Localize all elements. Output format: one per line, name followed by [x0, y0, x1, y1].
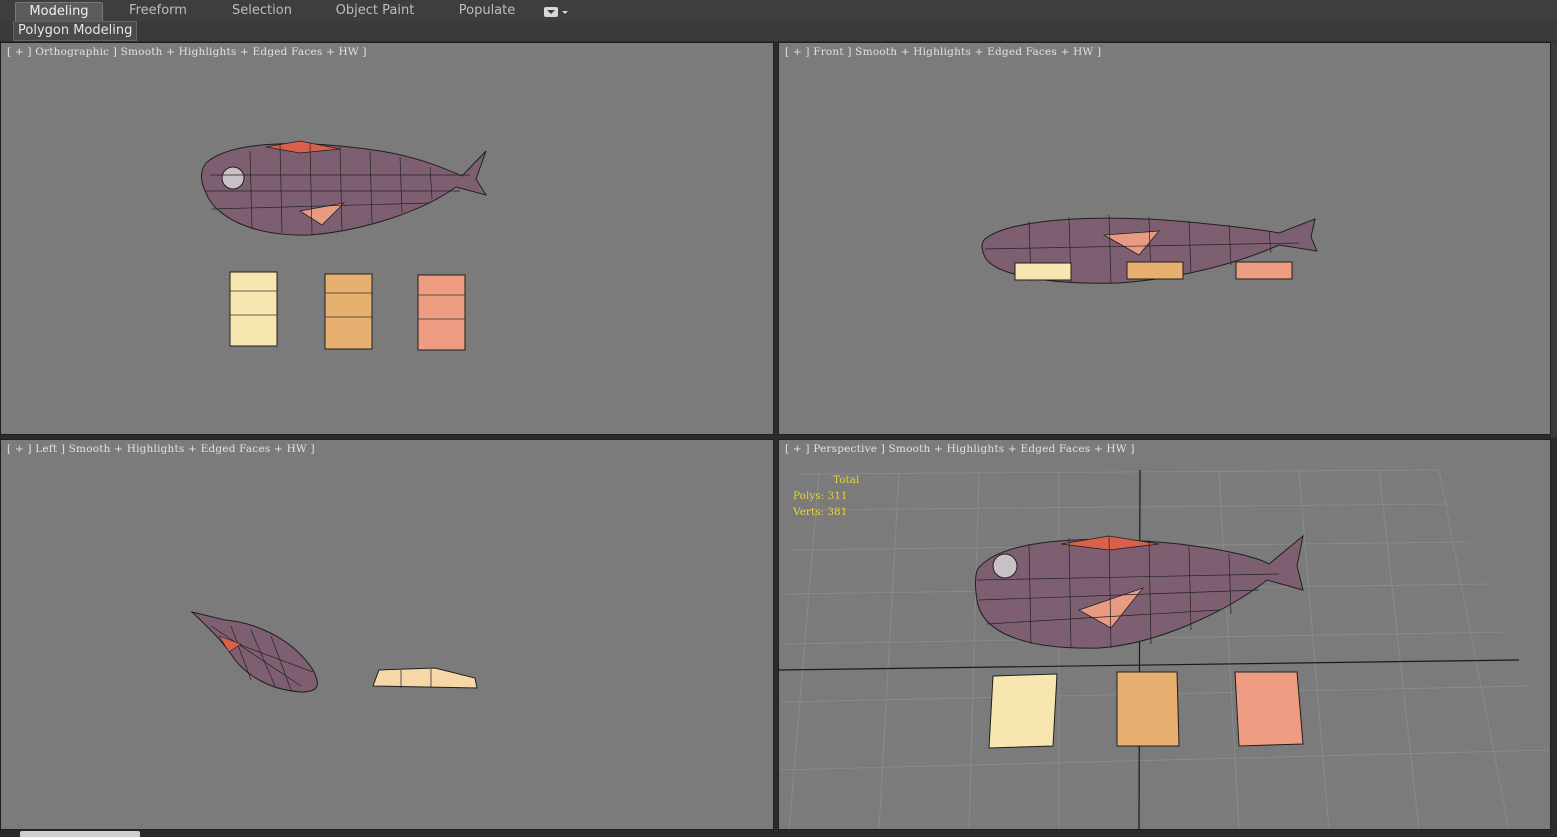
tab-populate[interactable]: Populate [450, 2, 524, 20]
ribbon-options-dropdown[interactable] [543, 4, 569, 17]
fillet-blocks [988, 671, 1304, 749]
fillet-blocks [229, 271, 466, 351]
fish-model-end-view [190, 611, 318, 693]
viewport-label-orthographic[interactable]: [ + ] Orthographic ] Smooth + Highlights… [7, 46, 367, 58]
tab-modeling[interactable]: Modeling [15, 2, 103, 21]
fillet-block-marbled [1126, 261, 1184, 280]
stats-polys: Polys: 311 [793, 488, 859, 504]
status-bar [0, 830, 1557, 837]
tab-selection[interactable]: Selection [222, 2, 302, 20]
polygon-modeling-panel-button[interactable]: Polygon Modeling [13, 21, 138, 41]
world-axis-x [779, 659, 1520, 671]
viewport-scrollbar[interactable] [1551, 42, 1557, 437]
ribbon-panel-row [0, 21, 1557, 41]
fish-model [975, 534, 1304, 649]
fish-model [201, 140, 488, 236]
polys-label: Polys: [793, 490, 825, 502]
viewport-front[interactable]: [ + ] Front ] Smooth + Highlights + Edge… [778, 42, 1551, 435]
stats-verts: Verts: 381 [793, 504, 859, 520]
fillet-block-light [1014, 262, 1072, 281]
viewport-orthographic[interactable]: [ + ] Orthographic ] Smooth + Highlights… [0, 42, 774, 435]
perspective-scene [779, 469, 1550, 829]
front-scene [981, 214, 1318, 284]
scene-statistics: Total Polys: 311 Verts: 381 [793, 472, 859, 520]
viewport-label-perspective[interactable]: [ + ] Perspective ] Smooth + Highlights … [785, 443, 1135, 455]
orthographic-scene [201, 140, 488, 351]
polys-value: 311 [827, 490, 848, 502]
viewport-perspective[interactable]: [ + ] Perspective ] Smooth + Highlights … [778, 439, 1551, 830]
verts-label: Verts: [793, 506, 824, 518]
timeline-slider-handle[interactable] [20, 831, 140, 837]
stats-header: Total [833, 474, 860, 486]
verts-value: 381 [827, 506, 848, 518]
fillet-block-salmon [1235, 261, 1293, 280]
viewport-left[interactable]: [ + ] Left ] Smooth + Highlights + Edged… [0, 439, 774, 830]
tab-object-paint[interactable]: Object Paint [330, 2, 420, 20]
tab-freeform[interactable]: Freeform [120, 2, 196, 20]
viewport-label-left[interactable]: [ + ] Left ] Smooth + Highlights + Edged… [7, 443, 315, 455]
fillet-blocks-side [372, 667, 478, 689]
left-scene [190, 611, 478, 693]
grid-floor [779, 469, 1550, 829]
viewport-label-front[interactable]: [ + ] Front ] Smooth + Highlights + Edge… [785, 46, 1101, 58]
ribbon-tab-bar: Modeling Freeform Selection Object Paint… [0, 0, 1557, 22]
chevron-down-icon [544, 7, 568, 17]
world-axis-y [1138, 469, 1141, 829]
